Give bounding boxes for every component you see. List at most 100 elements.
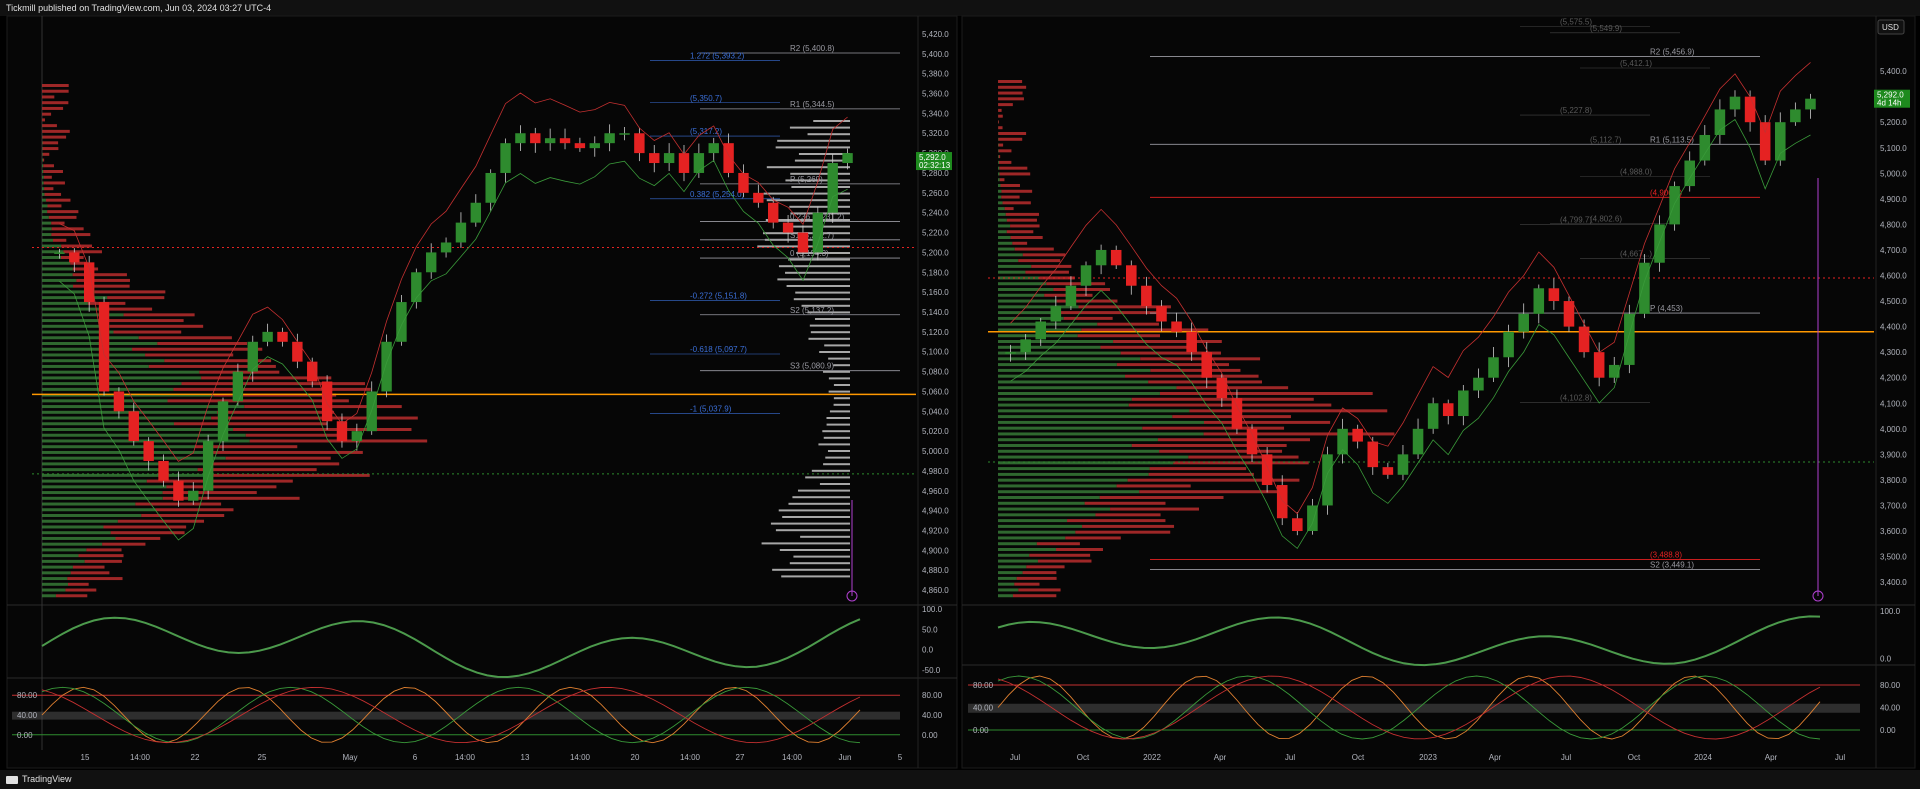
right-candle[interactable] (1322, 454, 1333, 506)
right-candle[interactable] (1020, 339, 1031, 353)
left-candle[interactable] (292, 341, 303, 362)
right-candle[interactable] (1744, 96, 1756, 123)
left-candle[interactable] (425, 252, 437, 273)
right-candle[interactable] (1110, 249, 1122, 266)
right-candle[interactable] (1126, 265, 1137, 286)
right-candle[interactable] (1503, 331, 1514, 358)
right-candle[interactable] (1276, 485, 1288, 519)
right-candle[interactable] (1427, 403, 1439, 429)
left-candle[interactable] (143, 441, 154, 461)
right-candle[interactable] (1337, 428, 1348, 455)
right-candle[interactable] (1729, 96, 1741, 110)
right-candle[interactable] (1790, 109, 1801, 123)
right-candle[interactable] (1684, 160, 1695, 187)
left-candle[interactable] (649, 153, 660, 164)
right-candle[interactable] (1352, 428, 1363, 442)
left-candle[interactable] (515, 133, 526, 144)
left-candle[interactable] (307, 361, 318, 382)
right-candle[interactable] (1156, 306, 1167, 322)
right-candle[interactable] (1095, 249, 1107, 266)
right-candle[interactable] (1382, 467, 1394, 475)
left-time-volume-bar (823, 370, 850, 373)
right-candle[interactable] (1397, 454, 1409, 475)
left-candle[interactable] (842, 153, 853, 164)
right-y-tick-label: 3,700.0 (1880, 501, 1907, 510)
left-candle[interactable] (693, 153, 705, 173)
right-candle[interactable] (1669, 186, 1680, 225)
left-candle[interactable] (396, 302, 407, 342)
right-candle[interactable] (1639, 262, 1650, 314)
left-candle[interactable] (634, 133, 645, 154)
right-candle[interactable] (1442, 403, 1454, 417)
left-candle[interactable] (827, 163, 838, 213)
left-candle[interactable] (54, 252, 65, 254)
right-candle[interactable] (1805, 98, 1816, 110)
left-candle[interactable] (678, 153, 690, 173)
right-candle[interactable] (1774, 122, 1786, 161)
right-candle[interactable] (1307, 505, 1318, 532)
left-candle[interactable] (753, 192, 764, 203)
left-candle[interactable] (708, 143, 719, 154)
left-candle[interactable] (604, 133, 615, 144)
right-candle[interactable] (1141, 285, 1152, 307)
right-candle[interactable] (1518, 313, 1529, 332)
left-candle[interactable] (128, 411, 139, 442)
left-candle[interactable] (173, 480, 184, 501)
left-pane[interactable] (6, 15, 958, 769)
right-candle[interactable] (1065, 285, 1077, 307)
left-candle[interactable] (321, 381, 333, 422)
left-candle[interactable] (530, 133, 541, 144)
left-candle[interactable] (782, 222, 794, 233)
left-candle[interactable] (440, 242, 452, 253)
right-candle[interactable] (1548, 288, 1560, 302)
right-candle[interactable] (1488, 357, 1499, 378)
left-candle[interactable] (544, 138, 556, 144)
left-candle[interactable] (277, 331, 288, 342)
left-osc1-tick-label: 100.0 (922, 605, 943, 614)
left-candle[interactable] (663, 153, 675, 164)
right-candle[interactable] (1367, 441, 1379, 468)
left-volume-profile-bar-sell (102, 542, 146, 546)
left-time-volume-bar (781, 575, 850, 578)
left-candle[interactable] (69, 252, 80, 263)
left-volume-profile-bar-sell (43, 170, 63, 173)
right-candle[interactable] (1186, 331, 1197, 353)
left-candle[interactable] (619, 133, 630, 135)
right-candle[interactable] (1654, 224, 1665, 263)
left-candle[interactable] (113, 391, 125, 412)
left-candle[interactable] (797, 232, 809, 253)
left-candle[interactable] (262, 331, 273, 342)
right-candle[interactable] (1458, 390, 1469, 417)
right-x-tick-label: 2024 (1694, 753, 1712, 762)
left-candle[interactable] (500, 143, 511, 173)
right-candle[interactable] (1035, 321, 1047, 340)
right-candle[interactable] (1533, 288, 1545, 314)
right-candle[interactable] (1473, 377, 1484, 391)
right-candle[interactable] (1005, 352, 1016, 354)
left-candle[interactable] (455, 222, 467, 243)
right-candle[interactable] (1171, 321, 1182, 332)
left-candle[interactable] (589, 143, 600, 149)
left-candle[interactable] (574, 143, 586, 149)
tradingview-logo[interactable]: TradingView (6, 770, 72, 789)
left-candle[interactable] (559, 138, 571, 144)
left-candle[interactable] (188, 490, 199, 501)
right-candle[interactable] (1593, 352, 1605, 378)
left-candle[interactable] (232, 371, 244, 402)
right-volume-profile-bar-sell (1099, 496, 1224, 499)
left-candle[interactable] (470, 202, 482, 223)
right-candle[interactable] (1412, 428, 1424, 455)
right-candle[interactable] (1563, 301, 1575, 327)
chart-canvas[interactable]: 5,420.0 5,400.0 5,380.0 5,360.0 5,340.0 5,320… (0, 0, 1920, 789)
right-candle[interactable] (1759, 122, 1771, 161)
right-candle[interactable] (1292, 518, 1303, 532)
left-candle[interactable] (158, 460, 169, 481)
left-candle[interactable] (381, 341, 392, 392)
right-candle[interactable] (1050, 306, 1062, 322)
left-candle[interactable] (485, 172, 496, 203)
left-candle[interactable] (247, 341, 258, 372)
left-candle[interactable] (98, 302, 110, 392)
left-candle[interactable] (768, 202, 779, 223)
right-candle[interactable] (1714, 109, 1726, 135)
right-candle[interactable] (1080, 265, 1092, 286)
